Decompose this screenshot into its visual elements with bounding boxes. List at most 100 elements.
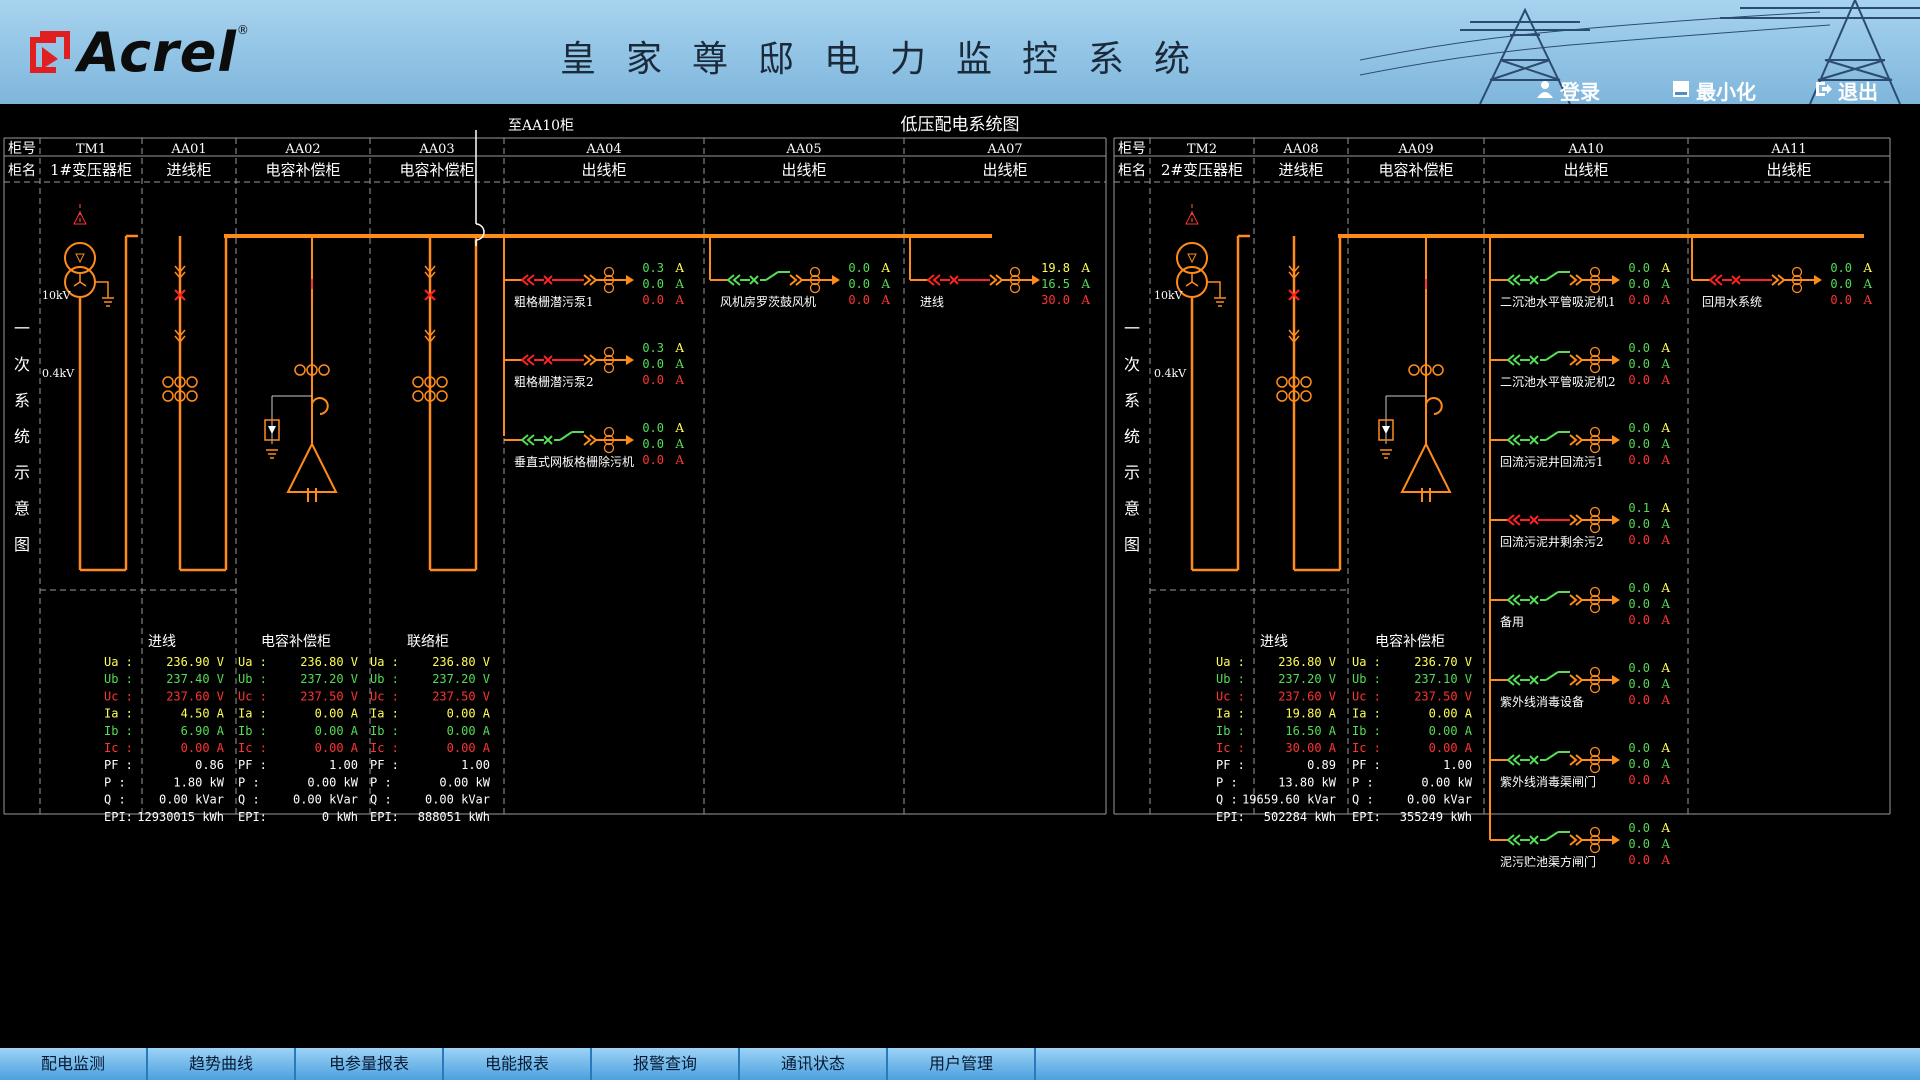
meas-value: 0.89 bbox=[1307, 758, 1336, 772]
left-feeder-0: 粗格栅潜污泵1 0.3 A 0.0 A 0.0 A bbox=[504, 261, 684, 309]
unit-label: A bbox=[1660, 261, 1670, 275]
meas-value: 0.00 kVar bbox=[1407, 793, 1472, 807]
unit-label: A bbox=[1660, 437, 1670, 451]
feeder-name: 二沉池水平管吸泥机1 bbox=[1500, 294, 1616, 309]
ct-icon bbox=[436, 376, 448, 388]
unit-label: A bbox=[1660, 773, 1670, 787]
plug-icon bbox=[1506, 354, 1521, 366]
meas-value: 236.80 V bbox=[300, 655, 358, 669]
unit-label: A bbox=[1660, 837, 1670, 851]
meas-value: 6.90 A bbox=[181, 724, 225, 738]
diagram-title: 低压配电系统图 bbox=[901, 115, 1020, 135]
acrel-logo: Acrel ® bbox=[26, 20, 249, 84]
cabinet-name: 出线柜 bbox=[1563, 161, 1608, 179]
meas-label: Ia : bbox=[1352, 707, 1381, 721]
feeder-current: 0.0 bbox=[1628, 677, 1650, 691]
meas-value: 236.70 V bbox=[1414, 655, 1472, 669]
meas-label: EPI: bbox=[370, 810, 399, 824]
meas-value: 0.00 A bbox=[1429, 707, 1473, 721]
login-button[interactable]: 登录 bbox=[1536, 76, 1600, 104]
plug-icon bbox=[1506, 754, 1521, 766]
meas-value: 502284 kWh bbox=[1264, 810, 1336, 824]
meas-value: 0 kWh bbox=[322, 810, 358, 824]
right-feeder-1: 二沉池水平管吸泥机2 0.0 A 0.0 A 0.0 A bbox=[1490, 341, 1670, 389]
unit-label: A bbox=[880, 293, 890, 307]
plug-icon bbox=[1569, 434, 1584, 446]
unit-label: A bbox=[674, 277, 684, 291]
nav-tab-2[interactable]: 趋势曲线 bbox=[148, 1048, 296, 1080]
meas-value: 0.00 kW bbox=[307, 775, 358, 789]
unit-label: A bbox=[1660, 517, 1670, 531]
breaker-open-icon bbox=[1731, 275, 1741, 285]
arrow-icon bbox=[626, 435, 634, 445]
meas-value: 0.00 kVar bbox=[293, 793, 358, 807]
feeder-name: 紫外线消毒渠闸门 bbox=[1500, 774, 1596, 789]
row-no-label: 柜号 bbox=[1118, 141, 1146, 157]
nav-tab-7[interactable]: 用户管理 bbox=[888, 1048, 1036, 1080]
logo-text: Acrel bbox=[78, 20, 237, 84]
unit-label: A bbox=[880, 277, 890, 291]
right-feeder-5: 紫外线消毒设备 0.0 A 0.0 A 0.0 A bbox=[1490, 661, 1670, 709]
left-meas-title: 进线 bbox=[148, 634, 176, 650]
plug-icon bbox=[1506, 674, 1521, 686]
nav-tab-5[interactable]: 报警查询 bbox=[592, 1048, 740, 1080]
plug-icon bbox=[726, 274, 741, 286]
arrow-icon bbox=[1382, 426, 1390, 434]
meas-label: Ib : bbox=[1216, 724, 1245, 738]
breaker-closed-icon bbox=[1529, 275, 1539, 285]
meas-value: 236.90 V bbox=[166, 655, 224, 669]
meas-value: 19659.60 kVar bbox=[1242, 793, 1336, 807]
left-feeder-3: 风机房罗茨鼓风机 0.0 A 0.0 A 0.0 A bbox=[710, 261, 890, 309]
meas-value: 0.00 A bbox=[181, 741, 225, 755]
meas-label: P : bbox=[104, 775, 126, 789]
meas-value: 12930015 kWh bbox=[137, 810, 224, 824]
feeder-current: 0.0 bbox=[1628, 693, 1650, 707]
meas-value: 0.00 kVar bbox=[425, 793, 490, 807]
unit-label: A bbox=[674, 453, 684, 467]
meas-value: 237.60 V bbox=[166, 689, 224, 703]
meas-value: 1.00 bbox=[1443, 758, 1472, 772]
feeder-name: 紫外线消毒设备 bbox=[1500, 695, 1584, 709]
feeder-current: 0.0 bbox=[1628, 837, 1650, 851]
unit-label: A bbox=[1660, 597, 1670, 611]
meas-value: 19.80 A bbox=[1285, 707, 1336, 721]
row-name-label: 柜名 bbox=[1118, 163, 1146, 179]
nav-tab-3[interactable]: 电参量报表 bbox=[296, 1048, 444, 1080]
plug-icon bbox=[520, 434, 535, 446]
meas-label: Ua : bbox=[104, 655, 133, 669]
meas-value: 13.80 kW bbox=[1278, 775, 1337, 789]
meas-label: EPI: bbox=[238, 810, 267, 824]
nav-tab-6[interactable]: 通讯状态 bbox=[740, 1048, 888, 1080]
cabinet-no: AA02 bbox=[284, 142, 320, 157]
meas-label: Ic : bbox=[370, 741, 399, 755]
meas-value: 1.00 bbox=[461, 758, 490, 772]
cabinet-name: 出线柜 bbox=[781, 161, 826, 179]
ground-icon bbox=[95, 281, 114, 307]
nav-tab-4[interactable]: 电能报表 bbox=[444, 1048, 592, 1080]
side-label: 一 bbox=[14, 319, 30, 338]
unit-label: A bbox=[1660, 613, 1670, 627]
unit-label: A bbox=[1660, 453, 1670, 467]
meas-value: 1.80 kW bbox=[173, 775, 224, 789]
arrow-icon bbox=[1612, 675, 1620, 685]
feeder-current: 0.0 bbox=[1628, 373, 1650, 387]
row-name-label: 柜名 bbox=[8, 163, 36, 179]
plug-icon bbox=[989, 274, 1004, 286]
nav-tab-1[interactable]: 配电监测 bbox=[0, 1048, 148, 1080]
meas-value: 237.50 V bbox=[432, 689, 490, 703]
meas-label: Uc : bbox=[238, 689, 267, 703]
exit-button[interactable]: 退出 bbox=[1814, 76, 1878, 104]
cabinet-no: TM2 bbox=[1187, 142, 1217, 157]
wye-icon bbox=[73, 274, 87, 287]
feeder-current: 0.0 bbox=[642, 357, 664, 371]
arrow-icon bbox=[626, 275, 634, 285]
capacitor-icon bbox=[307, 488, 317, 502]
meas-label: EPI: bbox=[104, 810, 133, 824]
lv-label: 0.4kV bbox=[42, 367, 75, 380]
meas-value: 237.20 V bbox=[432, 672, 490, 686]
meas-label: Q : bbox=[238, 793, 260, 807]
feeder-wire bbox=[1545, 271, 1559, 281]
plug-icon bbox=[1506, 434, 1521, 446]
meas-label: Uc : bbox=[1216, 689, 1245, 703]
minimize-button[interactable]: 最小化 bbox=[1672, 76, 1756, 104]
